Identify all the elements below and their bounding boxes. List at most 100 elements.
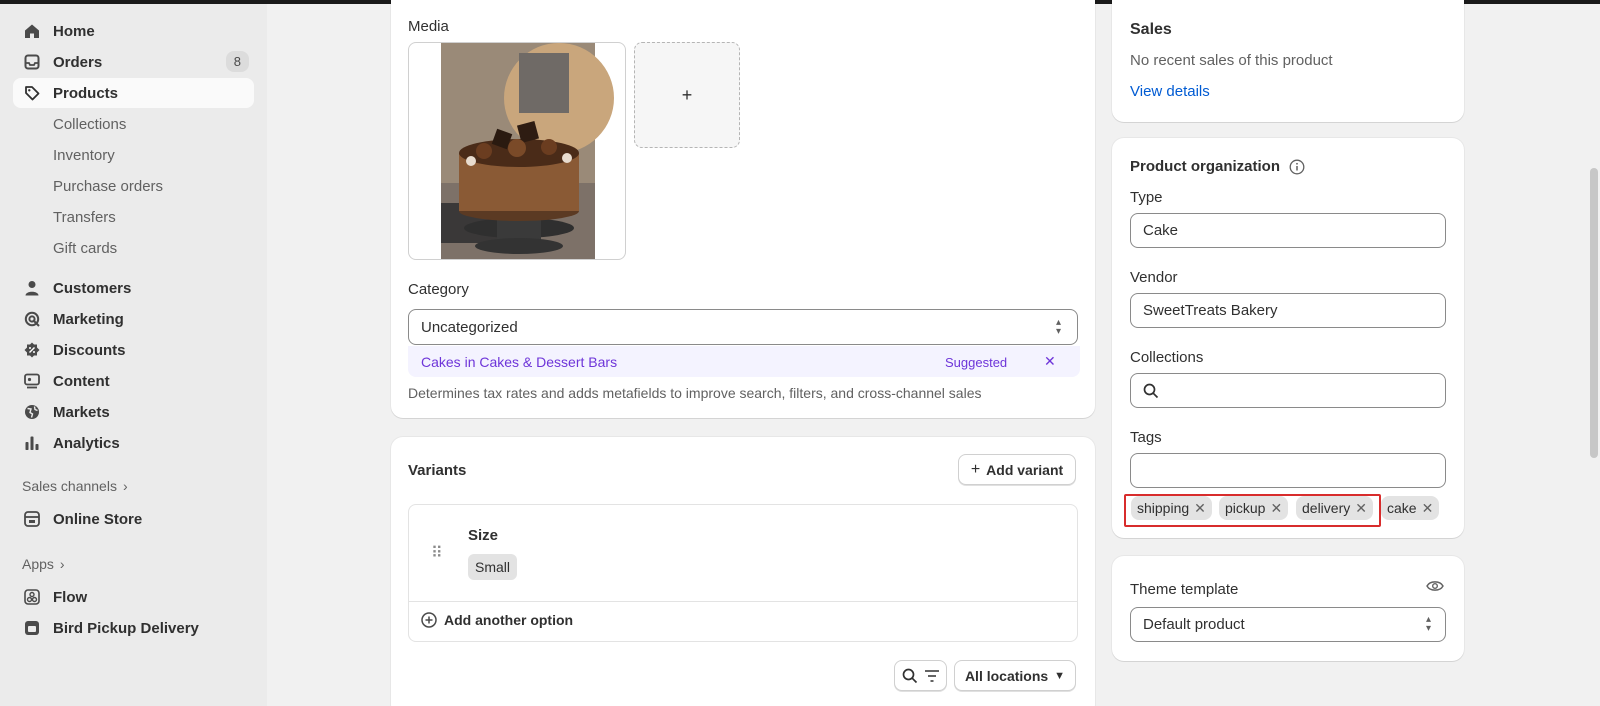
filter-icon [924,669,939,682]
sidebar-item-bird-pickup-delivery[interactable]: Bird Pickup Delivery [13,613,254,643]
select-arrows-icon: ▴ ▾ [1055,317,1061,337]
sidebar-item-markets[interactable]: Markets [13,397,254,427]
sidebar-item-label: Discounts [53,341,126,359]
theme-template-card: Theme template Default product ▴ ▾ [1112,556,1464,661]
sidebar-subitem-label: Collections [53,115,127,133]
category-help-text: Determines tax rates and adds metafields… [408,385,982,401]
add-media-button[interactable]: + [634,42,740,148]
remove-tag-icon[interactable]: ✕ [1422,500,1434,517]
sidebar: Home Orders 8 Products Collections Inven… [0,4,267,706]
sales-title: Sales [1130,21,1172,38]
vendor-label: Vendor [1130,269,1178,286]
sales-channels-title: Sales channels [22,478,117,494]
inbox-icon [24,54,40,70]
cake-photo [441,43,614,259]
add-another-option-label: Add another option [444,612,574,628]
dismiss-suggestion-icon[interactable]: ✕ [1044,353,1056,370]
sidebar-item-online-store[interactable]: Online Store [13,504,254,534]
type-input[interactable]: Cake [1130,213,1446,248]
type-value: Cake [1143,222,1179,239]
sidebar-item-content[interactable]: Content [13,366,254,396]
sidebar-item-label: Analytics [53,434,120,452]
calendar-app-icon [24,620,40,636]
sidebar-item-discounts[interactable]: Discounts [13,335,254,365]
eye-icon[interactable] [1426,579,1444,593]
add-variant-label: Add variant [986,461,1064,478]
suggestion-rest: in Cakes & Dessert Bars [460,354,618,370]
sidebar-item-marketing[interactable]: Marketing [13,304,254,334]
media-category-card: Media + Category Uncategorized ▴ ▾ Cakes… [391,0,1095,418]
plus-icon: + [970,460,981,478]
vendor-input[interactable]: SweetTreats Bakery [1130,293,1446,328]
divider [409,601,1077,602]
category-select[interactable]: Uncategorized ▴ ▾ [408,309,1078,345]
tags-label: Tags [1130,429,1162,446]
sidebar-item-products[interactable]: Products [13,78,254,108]
product-organization-card: Product organization Type Cake Vendor Sw… [1112,138,1464,538]
theme-template-value: Default product [1143,616,1245,633]
view-details-link[interactable]: View details [1130,83,1210,100]
target-icon [24,311,40,327]
plus-circle-icon [421,612,437,628]
media-title: Media [408,18,449,35]
organization-title: Product organization [1130,158,1280,175]
sidebar-item-label: Bird Pickup Delivery [53,619,199,637]
theme-title: Theme template [1130,581,1239,598]
apps-header[interactable]: Apps › [22,556,65,572]
sidebar-subitem-label: Purchase orders [53,177,164,195]
sidebar-subitem-purchase-orders[interactable]: Purchase orders [13,171,254,201]
sidebar-item-customers[interactable]: Customers [13,273,254,303]
tags-input[interactable] [1130,453,1446,488]
theme-template-select[interactable]: Default product ▴ ▾ [1130,607,1446,642]
chevron-down-icon: ▼ [1054,669,1066,682]
sidebar-subitem-collections[interactable]: Collections [13,109,254,139]
orders-count-badge: 8 [225,51,249,72]
search-filter-button[interactable] [894,660,947,691]
sidebar-item-orders[interactable]: Orders 8 [13,47,254,77]
sidebar-item-home[interactable]: Home [13,16,254,46]
sidebar-item-label: Flow [53,588,88,606]
category-value: Uncategorized [421,318,518,336]
sidebar-subitem-transfers[interactable]: Transfers [13,202,254,232]
type-label: Type [1130,189,1163,206]
sidebar-subitem-inventory[interactable]: Inventory [13,140,254,170]
collections-label: Collections [1130,349,1204,366]
sidebar-item-label: Customers [53,279,132,297]
variants-title: Variants [408,462,467,479]
option-value-chip: Small [468,554,518,580]
chevron-right-icon: › [59,556,65,572]
drag-handle-icon[interactable]: ⠿ [431,543,444,563]
sidebar-item-label: Home [53,22,95,40]
sidebar-subitem-label: Inventory [53,146,115,164]
flow-icon [24,589,40,605]
sidebar-item-label: Online Store [53,510,143,528]
category-label: Category [408,281,469,298]
option-name: Size [468,527,499,544]
globe-icon [24,404,40,420]
sidebar-item-flow[interactable]: Flow [13,582,254,612]
sales-channels-header[interactable]: Sales channels › [22,478,128,494]
sidebar-item-analytics[interactable]: Analytics [13,428,254,458]
product-image[interactable] [408,42,626,260]
tags-highlight-box [1124,494,1381,527]
category-suggestion[interactable]: Cakes in Cakes & Dessert Bars Suggested … [408,346,1080,377]
content-icon [24,373,40,389]
add-variant-button[interactable]: + Add variant [958,454,1076,485]
collections-search-input[interactable] [1130,373,1446,408]
home-icon [24,23,40,39]
locations-dropdown[interactable]: All locations ▼ [954,660,1076,691]
info-icon[interactable] [1289,159,1305,175]
vendor-value: SweetTreats Bakery [1143,302,1278,319]
apps-title: Apps [22,556,54,572]
bar-chart-icon [24,435,40,451]
variants-card: Variants + Add variant ⠿ Size Small Add … [391,437,1095,706]
sidebar-item-label: Products [53,84,119,102]
discount-icon [24,342,40,358]
person-icon [24,280,40,296]
add-another-option-button[interactable]: Add another option [421,612,573,628]
tag-icon [24,85,40,101]
sidebar-item-label: Content [53,372,110,390]
page-scrollbar[interactable] [1590,168,1598,458]
sidebar-item-label: Orders [53,53,103,71]
sidebar-subitem-gift-cards[interactable]: Gift cards [13,233,254,263]
